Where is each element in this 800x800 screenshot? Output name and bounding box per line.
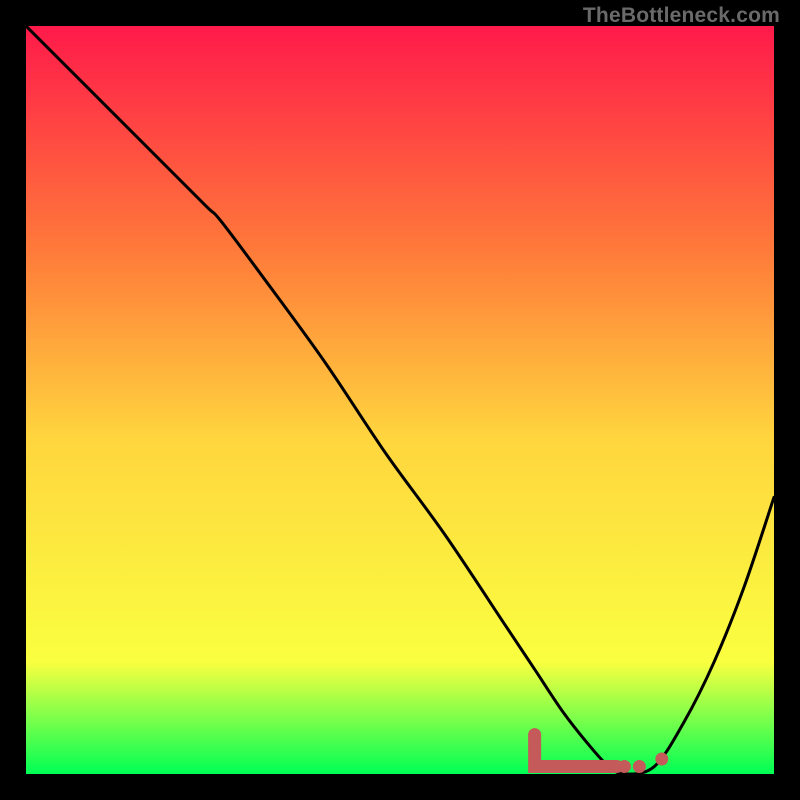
highlight-dot — [633, 760, 646, 773]
plot-area — [26, 26, 774, 774]
watermark-text: TheBottleneck.com — [583, 4, 780, 28]
highlight-dot — [618, 760, 631, 773]
highlight-dot — [655, 753, 668, 766]
bottleneck-chart — [26, 26, 774, 774]
chart-frame: TheBottleneck.com — [0, 0, 800, 800]
